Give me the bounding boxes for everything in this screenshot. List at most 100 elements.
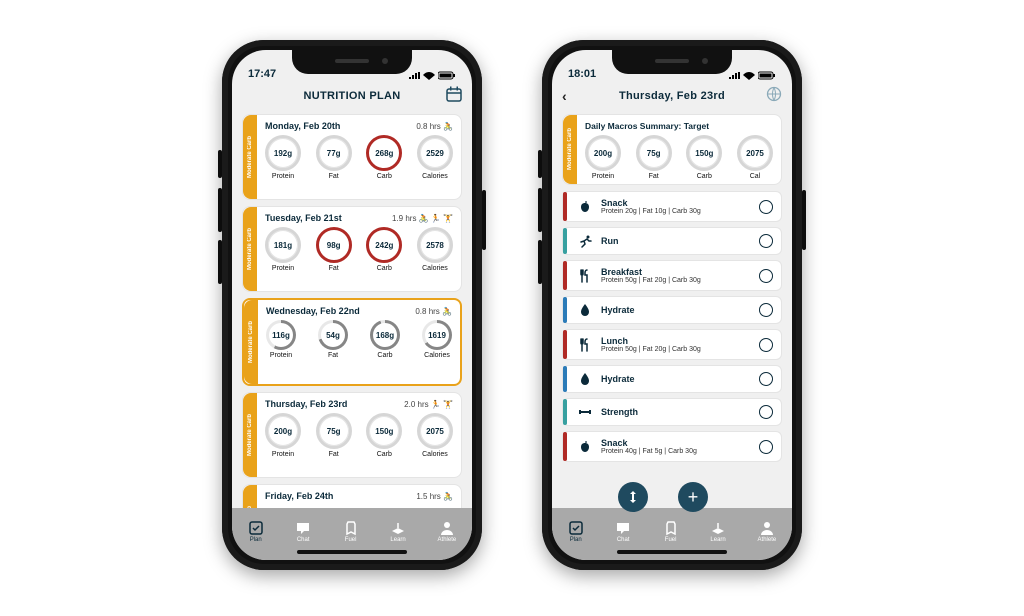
item-checkbox[interactable] — [759, 405, 773, 419]
macro-label: Fat — [329, 265, 339, 272]
item-accent — [563, 330, 567, 359]
macro: 75g Fat — [636, 135, 672, 180]
plan-item[interactable]: Strength — [562, 398, 782, 426]
day-hours: 1.5 hrs 🚴 — [416, 492, 453, 501]
macros-row: 192gProtein77gFat268gCarb2529Calories — [265, 135, 453, 180]
day-card[interactable]: Moderate Carb Thursday, Feb 23rd 2.0 hrs… — [242, 392, 462, 478]
plan-item[interactable]: Run — [562, 227, 782, 255]
macro-label: Protein — [592, 173, 614, 180]
macros-row: 181gProtein98gFat242gCarb2578Calories — [265, 227, 453, 272]
macro-label: Fat — [649, 173, 659, 180]
tab-label: Plan — [570, 537, 582, 543]
item-title: Breakfast — [601, 267, 759, 277]
item-accent — [563, 297, 567, 323]
tab-learn[interactable]: Learn — [710, 520, 726, 543]
day-list[interactable]: Moderate Carb Monday, Feb 20th 0.8 hrs 🚴… — [232, 108, 472, 514]
tab-label: Learn — [710, 537, 725, 543]
item-checkbox[interactable] — [759, 303, 773, 317]
tab-learn[interactable]: Learn — [390, 520, 406, 543]
tab-chat[interactable]: Chat — [615, 520, 631, 543]
item-accent — [563, 192, 567, 221]
day-category-tab: Moderate Carb — [244, 300, 258, 384]
macro-label: Carb — [377, 173, 392, 180]
macro: 150gCarb — [686, 135, 722, 180]
phone-right: 18:01 ‹ Thursday, Feb 23rd Moderate Carb… — [542, 40, 802, 570]
macro-label: Fat — [328, 352, 338, 359]
tab-athlete[interactable]: Athlete — [438, 520, 457, 543]
page-title: NUTRITION PLAN — [303, 90, 400, 102]
macro-label: Fat — [329, 451, 339, 458]
macro-label: Carb — [377, 352, 392, 359]
item-title: Strength — [601, 407, 759, 417]
tab-athlete[interactable]: Athlete — [758, 520, 777, 543]
day-card[interactable]: Moderate Carb Monday, Feb 20th 0.8 hrs 🚴… — [242, 114, 462, 200]
day-hours: 1.9 hrs 🚴 🏃 🏋️ — [392, 214, 453, 223]
day-category-tab: Moderate Carb — [243, 207, 257, 291]
item-checkbox[interactable] — [759, 234, 773, 248]
day-name: Tuesday, Feb 21st — [265, 213, 342, 223]
page-title: Thursday, Feb 23rd — [619, 90, 725, 102]
add-button[interactable]: + — [678, 482, 708, 512]
plan-item[interactable]: Hydrate — [562, 365, 782, 393]
drop-icon — [575, 372, 595, 386]
macros-row: 116gProtein54gFat168gCarb1619Calories — [266, 320, 452, 359]
item-title: Lunch — [601, 336, 759, 346]
tab-fuel[interactable]: Fuel — [343, 520, 359, 543]
plan-list[interactable]: Moderate Carb Daily Macros Summary: Targ… — [552, 108, 792, 514]
day-name: Wednesday, Feb 22nd — [266, 306, 360, 316]
macro: 181g Protein — [265, 227, 301, 272]
calendar-icon[interactable] — [446, 86, 462, 105]
macro-label: Fat — [329, 173, 339, 180]
plan-item[interactable]: Lunch Protein 50g | Fat 20g | Carb 30g — [562, 329, 782, 360]
back-icon[interactable]: ‹ — [562, 88, 567, 104]
macro: 77gFat — [316, 135, 352, 180]
item-checkbox[interactable] — [759, 200, 773, 214]
item-accent — [563, 228, 567, 254]
summary-card: Moderate Carb Daily Macros Summary: Targ… — [562, 114, 782, 185]
tab-label: Chat — [297, 537, 310, 543]
macro: 268gCarb — [366, 135, 402, 180]
item-accent — [563, 366, 567, 392]
day-card[interactable]: Moderate Carb Tuesday, Feb 21st 1.9 hrs … — [242, 206, 462, 292]
macro-ring: 168g — [370, 320, 400, 350]
macro-label: Protein — [272, 265, 294, 272]
plan-item[interactable]: Breakfast Protein 50g | Fat 20g | Carb 3… — [562, 260, 782, 291]
reorder-button[interactable] — [618, 482, 648, 512]
macro-ring: 181g — [265, 227, 301, 263]
tab-plan[interactable]: Plan — [568, 520, 584, 543]
plan-item[interactable]: Hydrate — [562, 296, 782, 324]
plan-item[interactable]: Snack Protein 20g | Fat 10g | Carb 30g — [562, 191, 782, 222]
macro-label: Protein — [272, 173, 294, 180]
macro-ring: 116g — [266, 320, 296, 350]
macro-label: Protein — [272, 451, 294, 458]
globe-icon[interactable] — [766, 86, 782, 105]
macro-ring: 2075 — [417, 413, 453, 449]
item-checkbox[interactable] — [759, 440, 773, 454]
item-title: Snack — [601, 198, 759, 208]
tab-label: Fuel — [665, 537, 677, 543]
tab-label: Plan — [250, 537, 262, 543]
notch — [292, 50, 412, 74]
macro-ring: 2578 — [417, 227, 453, 263]
tab-chat[interactable]: Chat — [295, 520, 311, 543]
tab-plan[interactable]: Plan — [248, 520, 264, 543]
item-checkbox[interactable] — [759, 269, 773, 283]
plan-item[interactable]: Snack Protein 40g | Fat 5g | Carb 30g — [562, 431, 782, 462]
macro: 75gFat — [316, 413, 352, 458]
macro-ring: 150g — [366, 413, 402, 449]
macro-label: Calories — [422, 451, 448, 458]
summary-title: Daily Macros Summary: Target — [585, 121, 773, 131]
day-card[interactable]: Moderate Carb Wednesday, Feb 22nd 0.8 hr… — [242, 298, 462, 386]
tab-fuel[interactable]: Fuel — [663, 520, 679, 543]
day-category-tab: Moderate Carb — [243, 393, 257, 477]
status-time: 17:47 — [248, 68, 276, 80]
tab-label: Athlete — [758, 537, 777, 543]
item-checkbox[interactable] — [759, 338, 773, 352]
item-checkbox[interactable] — [759, 372, 773, 386]
day-hours: 0.8 hrs 🚴 — [416, 122, 453, 131]
macro-ring: 75g — [636, 135, 672, 171]
macro: 116g Protein — [266, 320, 296, 359]
macro-label: Protein — [270, 352, 292, 359]
macro-ring: 98g — [316, 227, 352, 263]
macro: 168g Carb — [370, 320, 400, 359]
